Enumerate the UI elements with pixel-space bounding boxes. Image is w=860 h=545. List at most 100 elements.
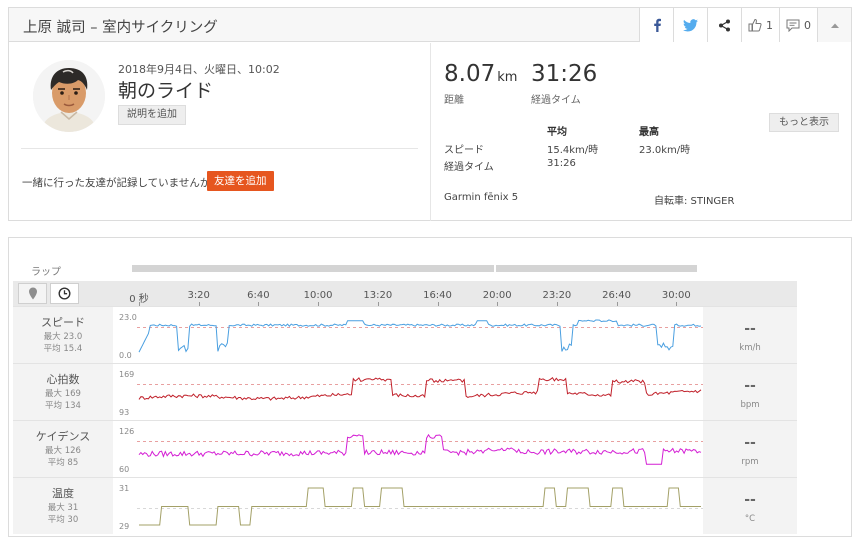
facebook-share-button[interactable]	[639, 8, 673, 42]
time-tick-label: 30:00	[661, 290, 691, 301]
add-friends-button[interactable]: 友達を追加	[207, 171, 274, 191]
device-name: Garmin fēnix 5	[444, 192, 519, 203]
activity-stats: 8.07 km 距離 31:26 経過タイム もっと表示 平均 最高 スピード 1…	[430, 43, 851, 221]
map-pin-toggle[interactable]	[18, 283, 47, 304]
stream-name: スピード	[41, 316, 85, 329]
time-tick-label: 23:20	[542, 290, 572, 301]
col-header-avg: 平均	[547, 127, 567, 138]
stream-current-value: --	[744, 321, 756, 337]
time-axis-bar: 0 秒 3:20 6:40 10:00 13:20 16:40 20:00 23:20 26:4…	[13, 281, 797, 306]
kudos-button[interactable]: 1	[741, 8, 779, 42]
stream-max: 最大 23.0	[43, 332, 83, 342]
axis-top-label: 126	[119, 427, 134, 436]
stat-row-avg: 31:26	[547, 158, 576, 169]
distance-value: 8.07	[444, 61, 496, 87]
stream-chart: 169 93	[119, 370, 703, 417]
stat-row-label: 経過タイム	[444, 162, 494, 173]
time-tick-label: 16:40	[423, 290, 452, 301]
collapse-icon	[830, 23, 839, 28]
stream-label-cell: 温度 最大 31 平均 30	[13, 478, 113, 534]
axis-top-label: 31	[119, 484, 129, 493]
activity-name: 朝のライド	[118, 80, 214, 102]
stream-line	[138, 376, 702, 401]
distance-label: 距離	[444, 95, 464, 106]
axis-bottom-label: 29	[119, 522, 129, 531]
avatar-portrait-icon	[33, 60, 105, 132]
time-tick-label: 10:00	[303, 290, 333, 301]
comment-button[interactable]: 0	[779, 8, 817, 42]
add-description-button[interactable]: 説明を追加	[118, 105, 186, 125]
stream-avg: 平均 85	[47, 458, 79, 468]
stream-name: 心拍数	[46, 373, 80, 386]
stream-unit: km/h	[739, 343, 761, 353]
lap-bar[interactable]	[132, 265, 494, 272]
stream-chart: 126 60	[119, 427, 703, 474]
map-pin-icon	[28, 287, 37, 300]
col-header-max: 最高	[639, 127, 659, 138]
stream-row: ケイデンス 最大 126 平均 85 126 60 -- rpm	[13, 420, 797, 477]
stream-name: 温度	[52, 487, 74, 500]
stream-avg: 平均 30	[47, 515, 79, 525]
lap-bar[interactable]	[496, 265, 697, 272]
stat-row-max: 23.0km/時	[639, 145, 691, 156]
stream-row: 心拍数 最大 169 平均 134 169 93 -- bpm	[13, 363, 797, 420]
time-tick-label: 13:20	[363, 290, 393, 301]
header-actions: 1 0	[639, 8, 851, 42]
stream-current-value: --	[744, 492, 756, 508]
stream-avg: 平均 15.4	[43, 344, 83, 354]
friends-question: 一緒に行った友達が記録していませんか？	[22, 177, 221, 189]
elapsed-label: 経過タイム	[531, 95, 581, 106]
axis-bottom-label: 0.0	[119, 351, 132, 360]
time-tick-label: 26:40	[602, 290, 632, 301]
stream-max: 最大 169	[45, 389, 81, 399]
analysis-panel: ラップ 0 秒 3:20 6:40 10:00 13:20 16:40 20:00 23:20…	[8, 237, 852, 537]
elapsed-stat: 31:26	[531, 61, 597, 87]
stream-row: 温度 最大 31 平均 30 31 29 -- °C	[13, 477, 797, 534]
time-axis-toggle[interactable]	[50, 283, 79, 304]
collapse-button[interactable]	[817, 8, 851, 42]
stream-line	[139, 487, 701, 526]
stream-row: スピード最大 23.0 平均 15.4 23.0 0.0 -- km/h	[13, 306, 797, 363]
divider	[21, 148, 418, 149]
distance-stat: 8.07 km	[444, 61, 517, 87]
stream-value-cell: -- rpm	[703, 421, 797, 477]
stream-value-cell: -- °C	[703, 478, 797, 534]
twitter-share-button[interactable]	[673, 8, 707, 42]
stream-current-value: --	[744, 378, 756, 394]
stream-unit: °C	[744, 514, 756, 524]
comment-icon	[786, 19, 800, 32]
stream-value-cell: -- bpm	[703, 364, 797, 420]
time-tick-label: 3:20	[187, 290, 210, 301]
stream-plot[interactable]: 31 29	[113, 478, 703, 534]
share-button[interactable]	[707, 8, 741, 42]
stream-chart: 23.0 0.0	[119, 313, 703, 360]
stream-plot[interactable]: 23.0 0.0	[113, 307, 703, 363]
axis-top-label: 169	[119, 370, 134, 379]
stream-line	[138, 319, 702, 353]
facebook-icon	[653, 18, 661, 32]
show-more-button[interactable]: もっと表示	[769, 113, 839, 132]
stream-value-cell: -- km/h	[703, 307, 797, 363]
stream-plot[interactable]: 169 93	[113, 364, 703, 420]
activity-info: 2018年9月4日、火曜日、10:02 朝のライド 説明を追加 一緒に行った友達…	[9, 43, 430, 221]
stream-unit: bpm	[740, 400, 760, 410]
twitter-icon	[683, 18, 698, 31]
clock-icon	[58, 287, 71, 300]
activity-title: 上原 誠司 – 室内サイクリング	[23, 20, 218, 36]
axis-bottom-label: 60	[119, 465, 129, 474]
kudos-count: 1	[766, 18, 773, 32]
bike-name[interactable]: 自転車: STINGER	[654, 192, 734, 207]
avatar[interactable]	[33, 60, 105, 132]
elapsed-value: 31:26	[531, 61, 598, 87]
comment-count: 0	[804, 18, 811, 32]
stream-plot[interactable]: 126 60	[113, 421, 703, 477]
stream-label-cell: ケイデンス 最大 126 平均 85	[13, 421, 113, 477]
axis-bottom-label: 93	[119, 408, 129, 417]
stream-name: ケイデンス	[35, 430, 91, 443]
stream-unit: rpm	[741, 457, 759, 467]
stream-current-value: --	[744, 435, 756, 451]
stream-label-cell: スピード最大 23.0 平均 15.4	[13, 307, 113, 363]
stream-chart: 31 29	[119, 484, 703, 531]
activity-summary-card: 上原 誠司 – 室内サイクリング 1 0 2018年9月4日、火曜日、10:02…	[8, 7, 852, 221]
activity-datetime: 2018年9月4日、火曜日、10:02	[118, 63, 280, 76]
